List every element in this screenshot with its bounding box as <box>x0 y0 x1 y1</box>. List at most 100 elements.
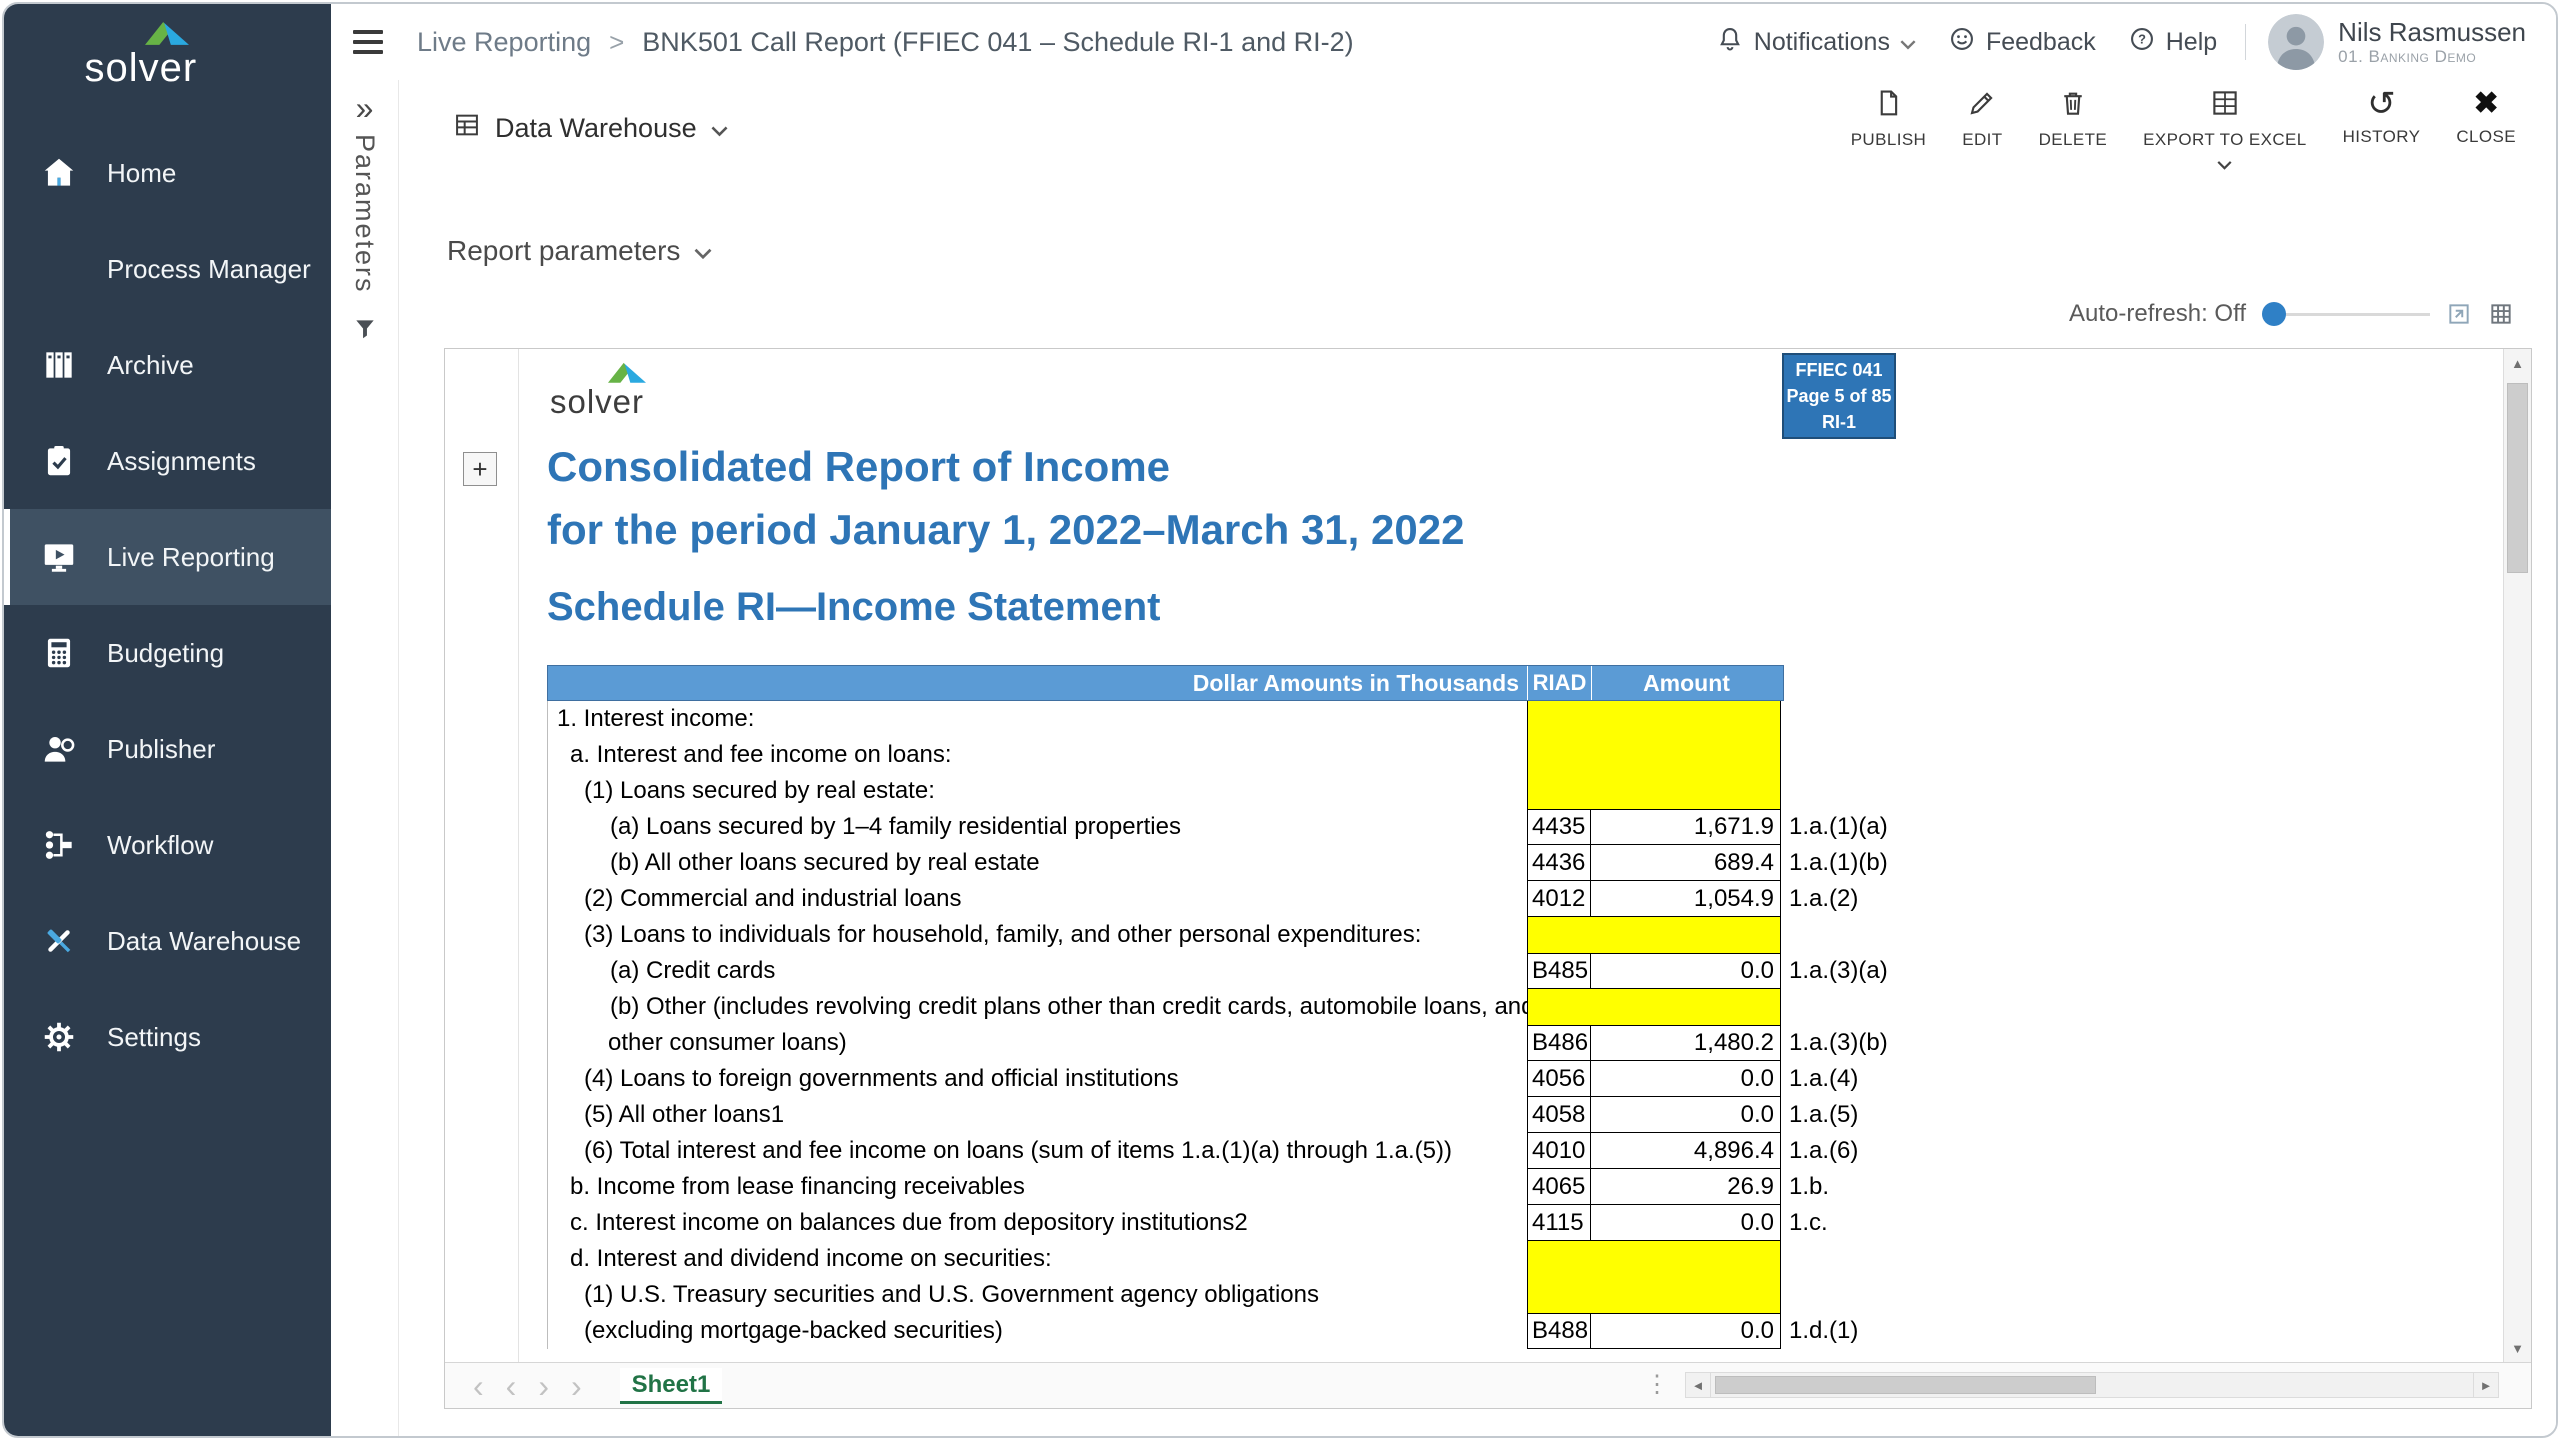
row-highlight-cell[interactable] <box>1527 701 1781 737</box>
sidebar-item-label: Settings <box>107 1022 201 1053</box>
row-description-cell[interactable]: 1. Interest income: <box>547 701 1527 737</box>
row-reference <box>1781 737 1789 773</box>
export-to-excel-button[interactable]: EXPORT TO EXCEL <box>2125 82 2324 175</box>
solver-logo-icon <box>608 361 646 383</box>
row-reference: 1.a.(3)(b) <box>1781 1025 1888 1061</box>
row-highlight-cell[interactable] <box>1527 737 1781 773</box>
row-description-cell[interactable]: a. Interest and fee income on loans: <box>547 737 1527 773</box>
row-description-cell[interactable]: (a) Credit cards <box>547 953 1527 989</box>
row-description-cell[interactable]: c. Interest income on balances due from … <box>547 1205 1527 1241</box>
riad-code-cell[interactable]: 4435 <box>1528 810 1591 844</box>
amount-cell[interactable]: 4,896.4 <box>1591 1133 1780 1168</box>
amount-cell[interactable]: 1,671.9 <box>1591 810 1780 844</box>
delete-button[interactable]: DELETE <box>2021 82 2126 150</box>
row-description-cell[interactable]: d. Interest and dividend income on secur… <box>547 1241 1527 1277</box>
slider-knob[interactable] <box>2262 302 2286 326</box>
amount-cell[interactable]: 0.0 <box>1591 1205 1780 1240</box>
vertical-scrollbar[interactable]: ▲ ▼ <box>2503 349 2531 1362</box>
row-description-cell[interactable]: (a) Loans secured by 1–4 family resident… <box>547 809 1527 845</box>
feedback-button[interactable]: Feedback <box>1932 25 2112 60</box>
sheet-tab[interactable]: Sheet1 <box>620 1368 723 1404</box>
row-description-cell[interactable]: (b) All other loans secured by real esta… <box>547 845 1527 881</box>
edit-label: EDIT <box>1962 130 2002 150</box>
row-description-cell[interactable]: b. Income from lease financing receivabl… <box>547 1169 1527 1205</box>
popout-resize-icon[interactable] <box>2446 301 2472 327</box>
data-source-dropdown[interactable]: Data Warehouse <box>453 111 728 146</box>
riad-code-cell[interactable]: 4065 <box>1528 1169 1591 1204</box>
row-description-cell[interactable]: (b) Other (includes revolving credit pla… <box>547 989 1527 1025</box>
row-description-cell[interactable]: (1) U.S. Treasury securities and U.S. Go… <box>547 1277 1527 1313</box>
edit-button[interactable]: EDIT <box>1944 82 2020 150</box>
first-sheet-icon[interactable]: ‹ <box>473 1371 484 1401</box>
user-menu[interactable]: Nils Rasmussen 01. Banking Demo <box>2258 14 2526 70</box>
riad-code-cell[interactable]: 4010 <box>1528 1133 1591 1168</box>
riad-code-cell[interactable]: B486 <box>1528 1026 1591 1060</box>
sidebar-item-assignments[interactable]: Assignments <box>4 413 331 509</box>
publish-button[interactable]: PUBLISH <box>1833 82 1945 150</box>
amount-cell[interactable]: 1,054.9 <box>1591 881 1780 916</box>
scroll-up-icon[interactable]: ▲ <box>2504 349 2531 377</box>
row-highlight-cell[interactable] <box>1527 1277 1781 1313</box>
close-button[interactable]: ✖ CLOSE <box>2438 82 2534 147</box>
row-description-cell[interactable]: (1) Loans secured by real estate: <box>547 773 1527 809</box>
amount-cell[interactable]: 0.0 <box>1591 1314 1780 1348</box>
amount-cell[interactable]: 0.0 <box>1591 954 1780 988</box>
riad-code-cell[interactable]: 4058 <box>1528 1097 1591 1132</box>
amount-cell[interactable]: 1,480.2 <box>1591 1026 1780 1060</box>
expand-panel-icon[interactable]: » <box>356 92 374 124</box>
horizontal-scroll-track[interactable] <box>1711 1372 2473 1398</box>
history-button[interactable]: ↺ HISTORY <box>2325 82 2439 147</box>
funnel-icon[interactable] <box>352 316 378 347</box>
breadcrumb-section[interactable]: Live Reporting <box>417 27 591 58</box>
help-label: Help <box>2166 28 2217 57</box>
outline-expand-button[interactable]: + <box>463 452 497 486</box>
row-description-cell[interactable]: other consumer loans) <box>547 1025 1527 1061</box>
next-sheet-icon[interactable]: › <box>538 1371 549 1401</box>
sidebar-item-home[interactable]: Home <box>4 125 331 221</box>
riad-code-cell[interactable]: 4436 <box>1528 845 1591 880</box>
amount-cell[interactable]: 0.0 <box>1591 1061 1780 1096</box>
amount-cell[interactable]: 26.9 <box>1591 1169 1780 1204</box>
sidebar-item-publisher[interactable]: Publisher <box>4 701 331 797</box>
scroll-down-icon[interactable]: ▼ <box>2504 1334 2531 1362</box>
amount-cell[interactable]: 0.0 <box>1591 1097 1780 1132</box>
gridlines-icon[interactable] <box>2488 301 2514 327</box>
riad-code-cell[interactable]: B488 <box>1528 1314 1591 1348</box>
row-highlight-cell[interactable] <box>1527 917 1781 953</box>
auto-refresh-slider[interactable] <box>2262 301 2430 327</box>
row-description-cell[interactable]: (2) Commercial and industrial loans <box>547 881 1527 917</box>
notifications-button[interactable]: Notifications <box>1700 25 1932 60</box>
sidebar-item-data-warehouse[interactable]: Data Warehouse <box>4 893 331 989</box>
row-description-cell[interactable]: (4) Loans to foreign governments and off… <box>547 1061 1527 1097</box>
sidebar-item-archive[interactable]: Archive <box>4 317 331 413</box>
table-row: (1) U.S. Treasury securities and U.S. Go… <box>547 1277 2503 1313</box>
last-sheet-icon[interactable]: › <box>571 1371 582 1401</box>
row-highlight-cell[interactable] <box>1527 773 1781 809</box>
row-highlight-cell[interactable] <box>1527 1241 1781 1277</box>
horizontal-scroll-thumb[interactable] <box>1715 1376 2096 1394</box>
sidebar-item-process-manager[interactable]: Process Manager <box>4 221 331 317</box>
riad-code-cell[interactable]: 4115 <box>1528 1205 1591 1240</box>
sidebar-item-budgeting[interactable]: Budgeting <box>4 605 331 701</box>
row-description-cell[interactable]: (6) Total interest and fee income on loa… <box>547 1133 1527 1169</box>
riad-code-cell[interactable]: B485 <box>1528 954 1591 988</box>
riad-code-cell[interactable]: 4012 <box>1528 881 1591 916</box>
amount-cell[interactable]: 689.4 <box>1591 845 1780 880</box>
help-button[interactable]: ? Help <box>2112 25 2233 60</box>
sidebar-item-settings[interactable]: Settings <box>4 989 331 1085</box>
horizontal-scrollbar[interactable]: ◄ ► <box>1685 1371 2499 1399</box>
vertical-scroll-thumb[interactable] <box>2507 383 2528 573</box>
sidebar-item-live-reporting[interactable]: Live Reporting <box>4 509 331 605</box>
row-description-cell[interactable]: (3) Loans to individuals for household, … <box>547 917 1527 953</box>
row-highlight-cell[interactable] <box>1527 989 1781 1025</box>
riad-code-cell[interactable]: 4056 <box>1528 1061 1591 1096</box>
splitter-grip-icon[interactable]: ⋮ <box>1645 1370 1669 1399</box>
hamburger-menu-icon[interactable] <box>353 30 383 54</box>
scroll-right-icon[interactable]: ► <box>2473 1372 2499 1398</box>
report-parameters-toggle[interactable]: Report parameters <box>447 232 2556 270</box>
row-description-cell[interactable]: (5) All other loans1 <box>547 1097 1527 1133</box>
row-description-cell[interactable]: (excluding mortgage-backed securities) <box>547 1313 1527 1349</box>
prev-sheet-icon[interactable]: ‹ <box>506 1371 517 1401</box>
scroll-left-icon[interactable]: ◄ <box>1685 1372 1711 1398</box>
sidebar-item-workflow[interactable]: Workflow <box>4 797 331 893</box>
